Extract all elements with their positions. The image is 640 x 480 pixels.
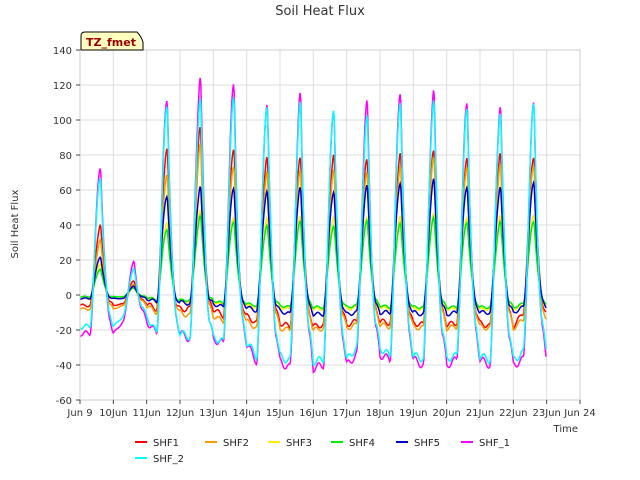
y-axis-ticks: -60 -40 -20 0 20 40 60 80 100 120 140 — [53, 46, 80, 407]
x-tick-label: 18Jun — [366, 408, 394, 419]
soil-heat-flux-chart: Soil Heat Flux Soil Heat Flux Time Jun 9… — [10, 4, 596, 465]
y-tick-label: 40 — [59, 221, 72, 232]
x-axis-label: Time — [553, 424, 578, 435]
y-axis-label: Soil Heat Flux — [10, 189, 21, 258]
legend-label: SHF5 — [414, 438, 440, 449]
x-tick-label: 19Jun — [399, 408, 427, 419]
legend: SHF1 SHF2 SHF3 SHF4 SHF5 SHF_1 SHF_2 — [135, 438, 510, 465]
y-tick-label: 60 — [59, 186, 72, 197]
y-tick-label: 80 — [59, 151, 72, 162]
x-tick-label: 15Jun — [266, 408, 294, 419]
y-tick-label: -60 — [56, 396, 72, 407]
x-tick-label: 16Jun — [299, 408, 327, 419]
y-tick-label: 100 — [53, 116, 72, 127]
legend-label: SHF_2 — [153, 454, 184, 465]
x-tick-label: 17Jun — [332, 408, 360, 419]
annotation-label: TZ_fmet — [86, 36, 136, 49]
y-tick-label: 20 — [59, 256, 72, 267]
y-tick-label: 140 — [53, 46, 72, 57]
legend-label: SHF4 — [349, 438, 375, 449]
y-tick-label: 120 — [53, 81, 72, 92]
legend-label: SHF2 — [223, 438, 249, 449]
x-tick-label: Jun 9 — [66, 408, 92, 419]
y-tick-label: 0 — [66, 291, 72, 302]
legend-label: SHF1 — [153, 438, 179, 449]
x-tick-label: 10Jun — [99, 408, 127, 419]
x-tick-label: 21Jun — [466, 408, 494, 419]
x-tick-label: 13Jun — [199, 408, 227, 419]
x-tick-label: Jun 24 — [563, 408, 596, 419]
x-tick-label: 22Jun — [499, 408, 527, 419]
x-axis-ticks: Jun 9 10Jun 11Jun 12Jun 13Jun 14Jun 15Jun 16Jun… — [66, 400, 596, 419]
x-tick-label: 12Jun — [166, 408, 194, 419]
y-tick-label: -40 — [56, 361, 72, 372]
x-tick-label: 23Jun — [532, 408, 560, 419]
y-tick-label: -20 — [56, 326, 72, 337]
x-tick-label: 11Jun — [132, 408, 160, 419]
legend-label: SHF3 — [286, 438, 312, 449]
x-tick-label: 20Jun — [432, 408, 460, 419]
legend-label: SHF_1 — [479, 438, 510, 449]
x-tick-label: 14Jun — [232, 408, 260, 419]
annotation-box: TZ_fmet — [80, 31, 144, 51]
chart-title: Soil Heat Flux — [275, 4, 365, 19]
